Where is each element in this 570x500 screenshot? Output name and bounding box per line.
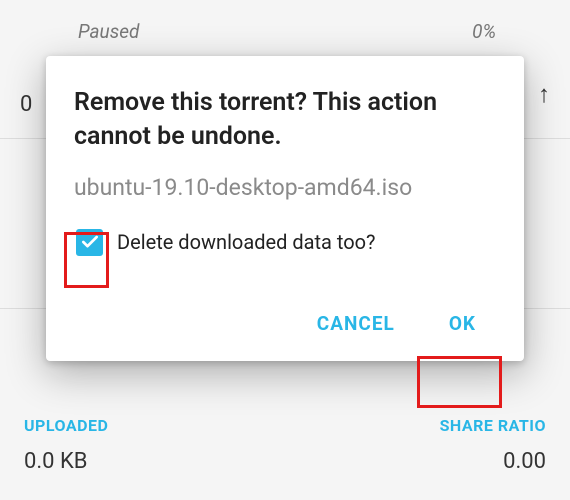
cancel-button[interactable]: CANCEL <box>309 300 403 347</box>
share-ratio-label: SHARE RATIO <box>440 416 546 435</box>
uploaded-value: 0.0 KB <box>24 449 108 474</box>
dialog-title: Remove this torrent? This action cannot … <box>74 86 496 154</box>
torrent-status: Paused <box>78 20 139 43</box>
bg-value-zero: 0 <box>20 92 32 117</box>
dialog-actions: CANCEL OK <box>74 300 496 347</box>
delete-data-label: Delete downloaded data too? <box>117 230 376 254</box>
torrent-percent: 0% <box>472 20 496 43</box>
delete-data-checkbox-row[interactable]: Delete downloaded data too? <box>76 229 496 256</box>
ok-button[interactable]: OK <box>441 300 484 347</box>
share-ratio-value: 0.00 <box>440 449 546 474</box>
delete-data-checkbox[interactable] <box>76 229 103 256</box>
dialog-filename: ubuntu-19.10-desktop-amd64.iso <box>74 174 496 201</box>
confirm-dialog: Remove this torrent? This action cannot … <box>46 56 524 361</box>
upload-arrow-icon: ↑ <box>538 80 550 109</box>
uploaded-label: UPLOADED <box>24 416 108 435</box>
checkmark-icon <box>80 232 100 252</box>
